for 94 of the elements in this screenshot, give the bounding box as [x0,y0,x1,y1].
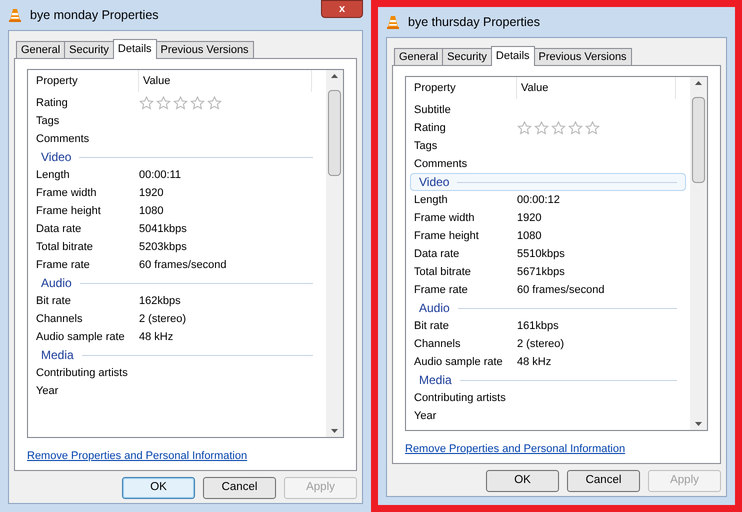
column-header[interactable]: Property [406,77,517,99]
property-name: Length [413,192,449,208]
column-header[interactable]: Property [28,70,139,92]
scroll-up-arrow-icon[interactable] [695,81,702,85]
dialog-button[interactable]: Cancel [203,477,276,499]
group-header[interactable]: Audio [32,274,322,292]
scroll-thumb[interactable] [328,90,341,176]
property-value: 1080 [139,204,164,219]
property-name: Frame width [413,210,476,226]
tab[interactable]: Security [64,41,114,59]
group-header[interactable]: Video [32,148,322,166]
star-icon[interactable] [173,96,188,110]
property-name: Total bitrate [413,264,472,280]
property-name: Data rate [35,222,82,237]
window-title: bye monday Properties [30,6,159,24]
property-name: Contributing artists [413,390,507,406]
star-icon[interactable] [551,121,566,135]
window-title: bye thursday Properties [408,14,540,31]
tab[interactable]: Details [112,39,157,59]
property-value: 1920 [517,210,542,226]
scroll-down-arrow-icon[interactable] [331,428,338,432]
property-name: Frame rate [35,258,91,273]
property-value: 161kbps [517,318,559,334]
property-value: 2 (stereo) [139,312,186,327]
property-value: 60 frames/second [517,282,604,298]
dialog-button[interactable]: OK [122,477,195,499]
close-button[interactable]: x [321,0,363,18]
group-header[interactable]: Audio [410,299,686,317]
property-name: Frame rate [413,282,469,298]
star-icon[interactable] [156,96,171,110]
property-name: Year [413,408,438,424]
property-value: 1920 [139,186,164,201]
column-header[interactable]: Value [139,70,312,92]
property-value: 162kbps [139,294,181,309]
property-name: Bit rate [413,318,450,334]
tab[interactable]: Security [442,48,492,66]
tab[interactable]: General [16,41,66,59]
property-name: Frame width [35,186,98,201]
property-name: Frame height [35,204,102,219]
property-name: Audio sample rate [413,354,504,370]
group-header[interactable]: Media [410,371,686,389]
remove-properties-link[interactable]: Remove Properties and Personal Information [405,440,626,457]
property-name: Tags [35,114,60,129]
property-name: Year [35,384,60,399]
property-value: 5510kbps [517,246,565,262]
dialog-button[interactable]: OK [486,470,559,492]
star-icon[interactable] [568,121,583,135]
property-value: 00:00:11 [139,168,182,183]
property-name: Comments [35,132,90,147]
traffic-cone-icon [386,15,400,29]
tab[interactable]: Previous Versions [156,41,254,59]
property-name: Tags [413,138,438,154]
tab[interactable]: Previous Versions [534,48,632,66]
property-value: 48 kHz [517,354,552,370]
remove-properties-link[interactable]: Remove Properties and Personal Information [27,448,248,464]
property-name: Frame height [413,228,480,244]
property-value: 60 frames/second [139,258,226,273]
column-header[interactable]: Value [517,77,676,99]
property-name: Rating [413,120,447,136]
property-name: Subtitle [413,102,452,118]
scroll-up-arrow-icon[interactable] [331,74,338,78]
property-name: Length [35,168,71,183]
property-name: Rating [35,96,69,111]
property-value: 48 kHz [139,330,174,345]
property-value: 2 (stereo) [517,336,564,352]
traffic-cone-icon [8,8,22,22]
property-name: Total bitrate [35,240,94,255]
scroll-down-arrow-icon[interactable] [695,422,702,426]
property-value: 00:00:12 [517,192,560,208]
dialog-button[interactable]: Cancel [567,470,640,492]
property-name: Data rate [413,246,460,262]
star-icon[interactable] [534,121,549,135]
star-icon[interactable] [517,121,532,135]
star-icon[interactable] [585,121,600,135]
star-icon[interactable] [207,96,222,110]
star-icon[interactable] [139,96,154,110]
property-value: 5041kbps [139,222,187,237]
star-icon[interactable] [190,96,205,110]
property-name: Channels [35,312,84,327]
group-header[interactable]: Media [32,346,322,364]
property-name: Audio sample rate [35,330,126,345]
property-name: Contributing artists [35,366,129,381]
property-name: Channels [413,336,462,352]
scrollbar[interactable] [326,70,343,436]
scrollbar[interactable] [690,77,707,430]
property-name: Bit rate [35,294,72,309]
property-value: 5203kbps [139,240,187,255]
tab[interactable]: General [394,48,444,66]
scroll-thumb[interactable] [692,97,705,183]
group-header[interactable]: Video [410,173,686,191]
property-value: 5671kbps [517,264,565,280]
property-value: 1080 [517,228,542,244]
property-name: Comments [413,156,468,172]
tab[interactable]: Details [490,46,535,66]
